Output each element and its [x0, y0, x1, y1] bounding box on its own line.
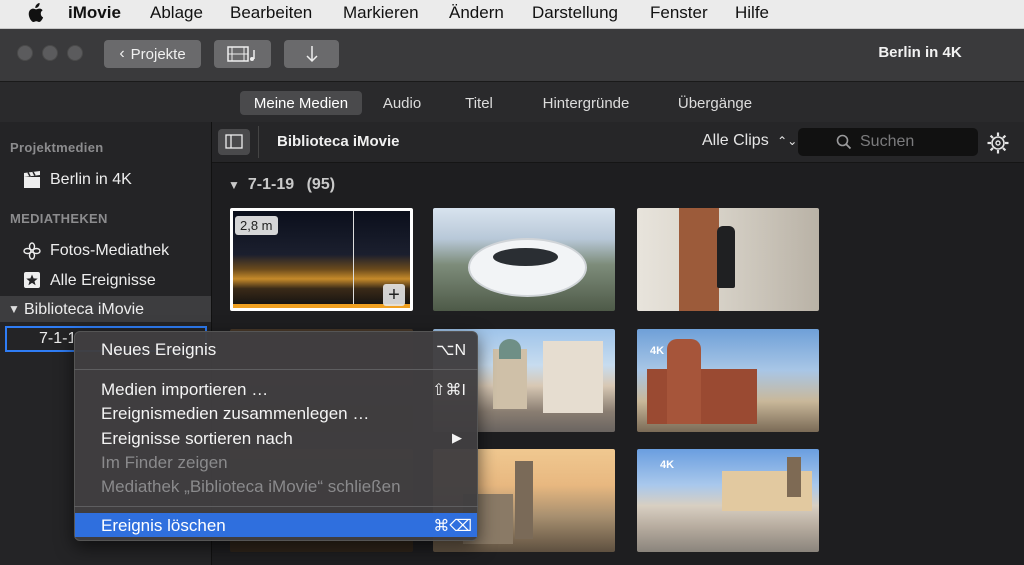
star-box-icon	[24, 272, 40, 288]
menu-item-im-finder-zeigen[interactable]: Im Finder zeigen	[101, 453, 228, 473]
city-wall	[647, 369, 757, 424]
sidebar-item-event-label: 7-1-19	[39, 330, 73, 347]
musician-figure	[717, 226, 735, 288]
projects-back-button[interactable]: ‹ Projekte	[104, 40, 201, 68]
toolbar-divider	[258, 126, 259, 158]
sidebar-item-library[interactable]: Biblioteca iMovie	[24, 301, 144, 319]
project-title: Berlin in 4K	[878, 44, 962, 61]
clip-thumbnail[interactable]	[637, 329, 819, 432]
badge-4k: 4K	[660, 459, 675, 471]
menu-ablage[interactable]: Ablage	[150, 3, 203, 23]
submenu-arrow-icon: ▶	[452, 430, 462, 445]
media-view-button[interactable]	[214, 40, 271, 68]
tab-hintergruende[interactable]: Hintergründe	[528, 91, 644, 115]
add-to-project-button[interactable]: +	[383, 284, 405, 306]
event-header[interactable]: ▼ 7-1-19 (95)	[228, 176, 335, 194]
library-title: Biblioteca iMovie	[277, 133, 400, 150]
sidebar-section-projektmedien: Projektmedien	[10, 140, 104, 155]
photos-flower-icon	[23, 242, 41, 260]
menu-item-zusammenlegen[interactable]: Ereignismedien zusammenlegen …	[101, 404, 369, 424]
menu-item-neues-ereignis[interactable]: Neues Ereignis	[101, 340, 216, 360]
apple-icon[interactable]	[26, 2, 44, 24]
barbican-tower	[667, 339, 701, 424]
menu-separator	[74, 369, 478, 370]
disclosure-triangle-icon: ▼	[228, 178, 240, 192]
menu-item-ereignis-loeschen[interactable]: Ereignis löschen	[101, 516, 226, 536]
sidebar-item-fotos-mediathek[interactable]: Fotos-Mediathek	[50, 242, 169, 260]
menu-item-medien-importieren[interactable]: Medien importieren …	[101, 380, 268, 400]
event-clip-count: (95)	[306, 176, 336, 193]
tab-titel[interactable]: Titel	[455, 91, 503, 115]
updown-chevron-icon: ⌃⌄	[777, 134, 798, 148]
shortcut-cmd-delete: ⌘⌫	[433, 518, 472, 535]
gear-icon[interactable]	[986, 131, 1010, 155]
import-button[interactable]	[284, 40, 339, 68]
tab-meine-medien[interactable]: Meine Medien	[240, 91, 362, 115]
clip-thumbnail[interactable]	[637, 208, 819, 311]
brick-column	[679, 208, 719, 311]
menu-bearbeiten[interactable]: Bearbeiten	[230, 3, 312, 23]
menu-item-mediathek-schliessen[interactable]: Mediathek „Biblioteca iMovie“ schließen	[101, 477, 401, 497]
badge-4k: 4K	[650, 345, 665, 357]
menu-hilfe[interactable]: Hilfe	[735, 3, 769, 23]
stadium-shape	[468, 238, 587, 297]
chevron-left-icon: ‹	[119, 45, 125, 62]
stadium-roof-opening	[493, 248, 558, 266]
clip-duration-label: 2,8 m	[235, 216, 278, 235]
building-facade	[543, 341, 603, 413]
tab-uebergaenge[interactable]: Übergänge	[664, 91, 766, 115]
disclosure-triangle-icon[interactable]: ▼	[8, 302, 20, 316]
church-dome	[499, 339, 521, 359]
zoom-window-button[interactable]	[67, 45, 83, 61]
menu-app-imovie[interactable]: iMovie	[68, 3, 121, 23]
menu-darstellung[interactable]: Darstellung	[532, 3, 618, 23]
arrow-down-icon	[305, 46, 318, 63]
menu-markieren[interactable]: Markieren	[343, 3, 419, 23]
close-window-button[interactable]	[17, 45, 33, 61]
tab-audio[interactable]: Audio	[374, 91, 430, 115]
menu-item-sortieren[interactable]: Ereignisse sortieren nach	[101, 429, 293, 449]
clips-filter-label: Alle Clips	[702, 132, 769, 149]
menu-aendern[interactable]: Ändern	[449, 3, 504, 23]
menu-fenster[interactable]: Fenster	[650, 3, 708, 23]
media-tabs-bar	[0, 82, 1024, 122]
sidebar-section-mediatheken: MEDIATHEKEN	[10, 211, 108, 226]
clip-thumbnail[interactable]	[433, 208, 615, 311]
sidebar-toggle-button[interactable]	[218, 129, 250, 155]
film-music-icon	[226, 46, 255, 62]
sidebar-item-alle-ereignisse[interactable]: Alle Ereignisse	[50, 272, 156, 290]
sidebar-icon	[225, 134, 243, 149]
event-header-name: 7-1-19	[247, 176, 295, 193]
shortcut-option-n: ⌥N	[436, 342, 466, 359]
sidebar-item-project[interactable]: Berlin in 4K	[50, 171, 132, 189]
tower-spire	[787, 457, 801, 497]
shortcut-shift-cmd-i: ⇧⌘I	[432, 382, 466, 399]
clapperboard-icon	[24, 171, 40, 188]
belfry-tower	[515, 461, 533, 539]
skimmer-line	[353, 211, 354, 308]
menu-bar: iMovie Ablage Bearbeiten Markieren Änder…	[0, 0, 1024, 29]
minimize-window-button[interactable]	[42, 45, 58, 61]
search-icon	[836, 134, 852, 150]
projects-back-label: Projekte	[130, 45, 186, 63]
menu-separator	[74, 506, 478, 507]
search-placeholder: Suchen	[860, 133, 915, 150]
clips-filter-select[interactable]: Alle Clips ⌃⌄	[702, 132, 797, 150]
